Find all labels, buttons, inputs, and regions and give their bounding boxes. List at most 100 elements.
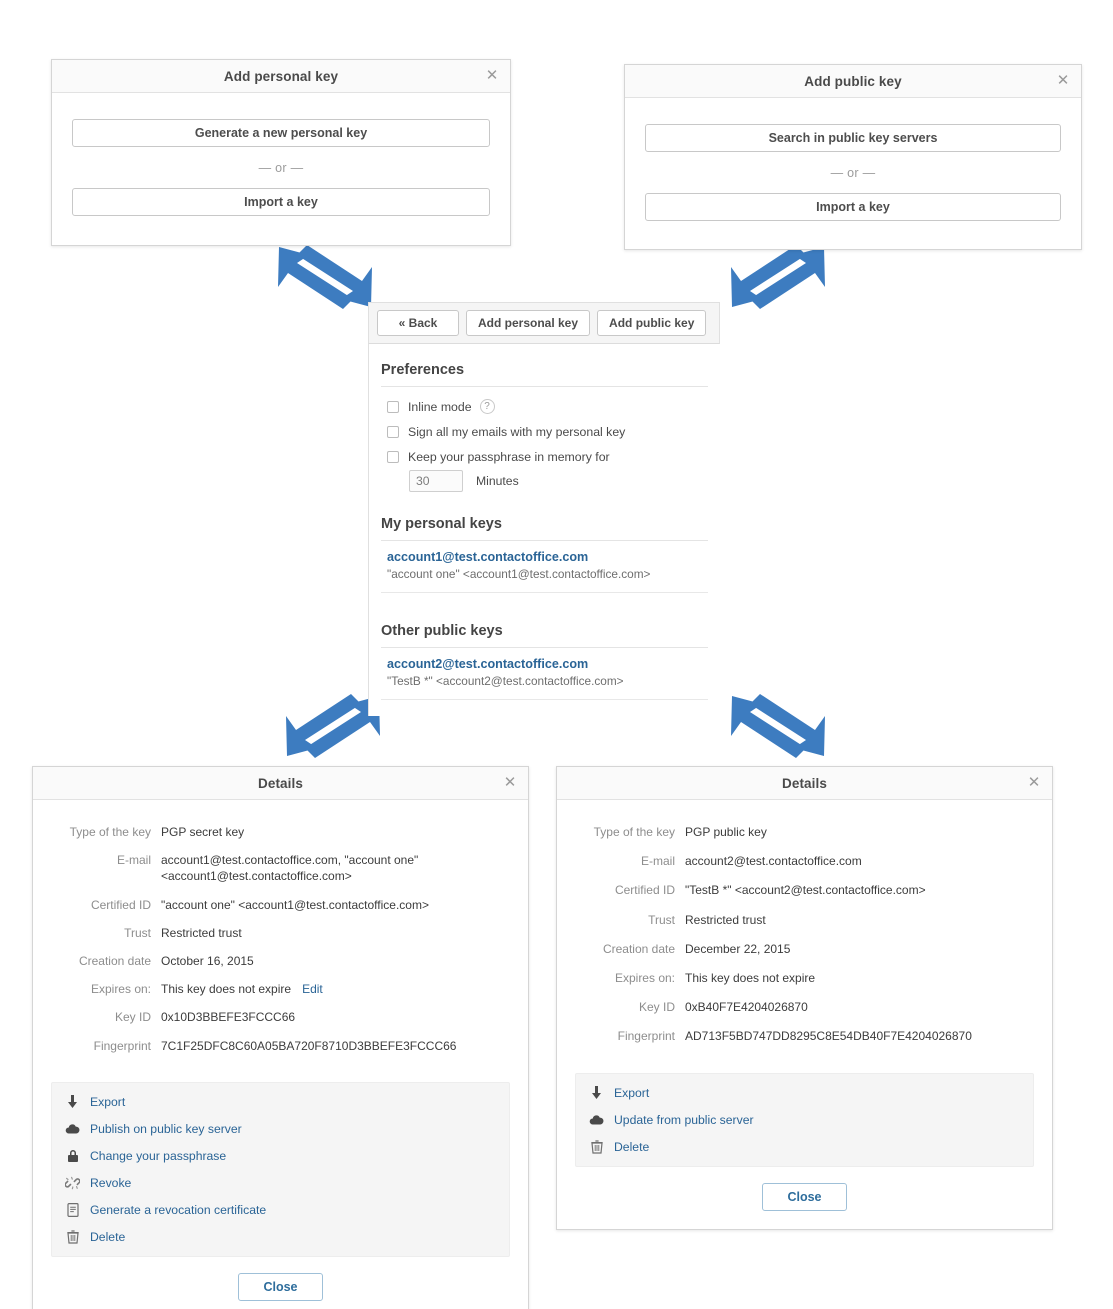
- keep-passphrase-label: Keep your passphrase in memory for: [408, 450, 610, 464]
- close-button[interactable]: Close: [762, 1182, 847, 1211]
- diagram-canvas: Add personal key ✕ Generate a new person…: [0, 0, 1113, 1309]
- detail-label: Trust: [124, 925, 151, 940]
- back-button[interactable]: « Back: [377, 310, 459, 336]
- detail-label: Certified ID: [90, 897, 151, 912]
- detail-value: This key does not expire: [685, 970, 816, 985]
- cloud-download-icon: [588, 1112, 605, 1128]
- table-row: Creation date December 22, 2015: [575, 941, 1034, 957]
- detail-label: Expires on:: [614, 970, 675, 985]
- detail-value: account1@test.contactoffice.com, "accoun…: [161, 853, 419, 884]
- document-icon: [64, 1202, 81, 1218]
- dialog-body: Type of the key PGP public key E-mail ac…: [557, 800, 1052, 1229]
- detail-value: AD713F5BD747DD8295C8E54DB40F7E4204026870: [685, 1029, 972, 1044]
- trash-icon: [588, 1139, 605, 1155]
- delete-action[interactable]: Delete: [588, 1139, 1021, 1155]
- other-public-keys-heading: Other public keys: [381, 617, 708, 648]
- panel-toolbar: « Back Add personal key Add public key: [368, 302, 720, 344]
- download-arrow-icon: [64, 1094, 81, 1110]
- close-icon[interactable]: ✕: [1055, 73, 1071, 89]
- detail-value: "account one" <account1@test.contactoffi…: [161, 897, 429, 912]
- key-email-link[interactable]: account1@test.contactoffice.com: [387, 550, 708, 564]
- panel-content: Preferences Inline mode ? Sign all my em…: [368, 344, 720, 716]
- add-public-key-button[interactable]: Add public key: [597, 310, 707, 336]
- detail-value: Restricted trust: [161, 925, 242, 940]
- add-personal-key-dialog: Add personal key ✕ Generate a new person…: [51, 59, 511, 246]
- dialog-title: Add personal key: [223, 68, 339, 84]
- add-public-key-dialog: Add public key ✕ Search in public key se…: [624, 64, 1082, 250]
- question-mark-icon[interactable]: ?: [479, 399, 495, 414]
- detail-value: Restricted trust: [685, 912, 766, 927]
- download-arrow-icon: [588, 1085, 605, 1101]
- table-row: Trust Restricted trust: [51, 925, 510, 941]
- detail-label: Type of the key: [593, 825, 675, 839]
- sign-all-emails-checkbox[interactable]: [387, 426, 399, 438]
- detail-value: 7C1F25DFC8C60A05BA720F8710D3BBEFE3FCCC66: [161, 1038, 457, 1053]
- keep-passphrase-checkbox[interactable]: [387, 451, 399, 463]
- detail-value: PGP secret key: [161, 825, 245, 839]
- publish-action[interactable]: Publish on public key server: [64, 1121, 497, 1137]
- cloud-upload-icon: [64, 1121, 81, 1137]
- or-separator: — or —: [830, 166, 876, 180]
- expiry-value: This key does not expire: [161, 982, 292, 997]
- detail-label: Fingerprint: [93, 1038, 151, 1053]
- lock-icon: [64, 1148, 81, 1164]
- detail-value: 0xB40F7E4204026870: [685, 1000, 808, 1015]
- edit-expiry-link[interactable]: Edit: [302, 982, 323, 996]
- detail-value: account2@test.contactoffice.com: [685, 854, 862, 869]
- detail-value: October 16, 2015: [161, 953, 254, 968]
- key-uid-text: "TestB *" <account2@test.contactoffice.c…: [387, 674, 624, 688]
- inline-mode-checkbox[interactable]: [387, 400, 399, 413]
- search-in-public-key-servers-button[interactable]: Search in public key servers: [645, 124, 1061, 152]
- dialog-body: Type of the key PGP secret key E-mail ac…: [33, 800, 528, 1309]
- table-row: Type of the key PGP public key: [575, 824, 1034, 840]
- detail-label: Fingerprint: [617, 1029, 675, 1044]
- list-item[interactable]: account1@test.contactoffice.com "account…: [381, 541, 708, 593]
- export-action[interactable]: Export: [64, 1094, 497, 1110]
- detail-value: December 22, 2015: [685, 941, 791, 956]
- key-uid-text: "account one" <account1@test.contactoffi…: [387, 567, 651, 581]
- table-row: Fingerprint 7C1F25DFC8C60A05BA720F8710D3…: [51, 1038, 510, 1054]
- import-a-key-button[interactable]: Import a key: [72, 188, 490, 216]
- export-action[interactable]: Export: [588, 1085, 1021, 1101]
- list-item[interactable]: account2@test.contactoffice.com "TestB *…: [381, 648, 708, 700]
- table-row: Key ID 0xB40F7E4204026870: [575, 999, 1034, 1015]
- table-row: E-mail account2@test.contactoffice.com: [575, 853, 1034, 869]
- delete-action[interactable]: Delete: [64, 1229, 497, 1245]
- generate-new-personal-key-button[interactable]: Generate a new personal key: [72, 119, 490, 147]
- my-personal-keys-heading: My personal keys: [381, 510, 708, 541]
- key-actions-box: Export Update from public server Delete: [575, 1072, 1034, 1167]
- action-label: Update from public server: [614, 1112, 754, 1127]
- table-row: Expires on: This key does not expire Edit: [51, 981, 510, 997]
- dialog-header: Details ✕: [33, 767, 528, 800]
- key-email-link[interactable]: account2@test.contactoffice.com: [387, 657, 708, 671]
- table-row: Expires on: This key does not expire: [575, 970, 1034, 986]
- or-separator: — or —: [258, 161, 304, 175]
- sign-all-emails-row: Sign all my emails with my personal key: [387, 425, 708, 439]
- detail-label: Key ID: [114, 1010, 151, 1025]
- table-row: Certified ID "account one" <account1@tes…: [51, 897, 510, 913]
- dialog-body: Generate a new personal key — or — Impor…: [52, 93, 510, 238]
- passphrase-minutes-input[interactable]: [409, 470, 463, 492]
- preferences-list: Inline mode ? Sign all my emails with my…: [381, 387, 708, 500]
- generate-revocation-certificate-action[interactable]: Generate a revocation certificate: [64, 1202, 497, 1218]
- update-from-public-server-action[interactable]: Update from public server: [588, 1112, 1021, 1128]
- close-icon[interactable]: ✕: [502, 775, 518, 791]
- detail-label: Expires on:: [90, 982, 151, 997]
- revoke-action[interactable]: Revoke: [64, 1175, 497, 1191]
- add-personal-key-button[interactable]: Add personal key: [466, 310, 591, 336]
- close-icon[interactable]: ✕: [1026, 775, 1042, 791]
- close-button[interactable]: Close: [238, 1272, 323, 1301]
- passphrase-minutes-row: Minutes: [409, 470, 708, 492]
- detail-value: PGP public key: [685, 825, 767, 839]
- table-row: Fingerprint AD713F5BD747DD8295C8E54DB40F…: [575, 1028, 1034, 1044]
- import-a-key-button[interactable]: Import a key: [645, 193, 1061, 221]
- arrow-public-key-details: [731, 694, 825, 758]
- change-passphrase-action[interactable]: Change your passphrase: [64, 1148, 497, 1164]
- close-icon[interactable]: ✕: [484, 68, 500, 84]
- detail-label: Key ID: [638, 1000, 675, 1015]
- keep-passphrase-row: Keep your passphrase in memory for: [387, 450, 708, 464]
- key-management-panel: « Back Add personal key Add public key P…: [368, 302, 720, 716]
- arrow-personal-key-dialog: [278, 245, 372, 309]
- detail-value: 0x10D3BBEFE3FCCC66: [161, 1010, 296, 1025]
